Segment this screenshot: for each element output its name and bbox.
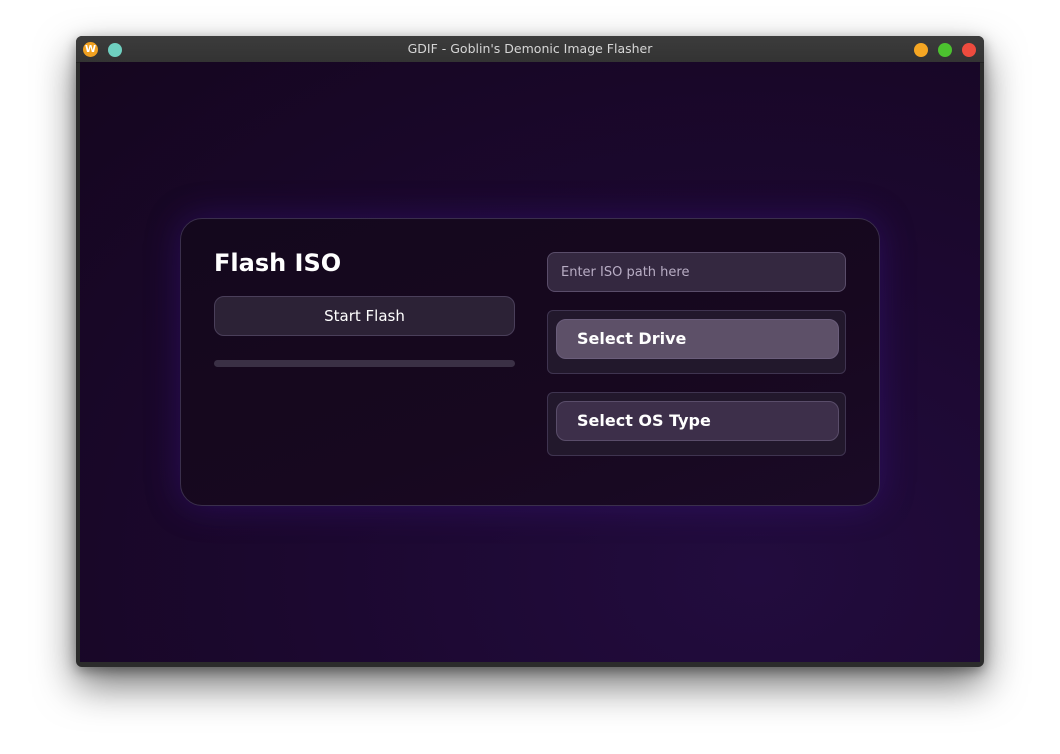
flash-panel: Flash ISO Start Flash Select Drive Selec… xyxy=(180,218,880,506)
select-os-button[interactable]: Select OS Type xyxy=(556,401,839,441)
select-drive-button[interactable]: Select Drive xyxy=(556,319,839,359)
app-window: W GDIF - Goblin's Demonic Image Flasher … xyxy=(76,36,984,667)
iso-path-input[interactable] xyxy=(547,252,846,292)
minimize-button[interactable] xyxy=(914,43,928,57)
close-button[interactable] xyxy=(962,43,976,57)
progress-bar xyxy=(214,360,515,367)
maximize-button[interactable] xyxy=(938,43,952,57)
select-drive-container: Select Drive xyxy=(547,310,846,374)
page-title: Flash ISO xyxy=(214,249,342,277)
start-flash-button[interactable]: Start Flash xyxy=(214,296,515,336)
select-os-container: Select OS Type xyxy=(547,392,846,456)
main-content: Flash ISO Start Flash Select Drive Selec… xyxy=(80,62,980,662)
title-bar[interactable]: W GDIF - Goblin's Demonic Image Flasher xyxy=(76,36,984,63)
window-title: GDIF - Goblin's Demonic Image Flasher xyxy=(407,41,653,56)
